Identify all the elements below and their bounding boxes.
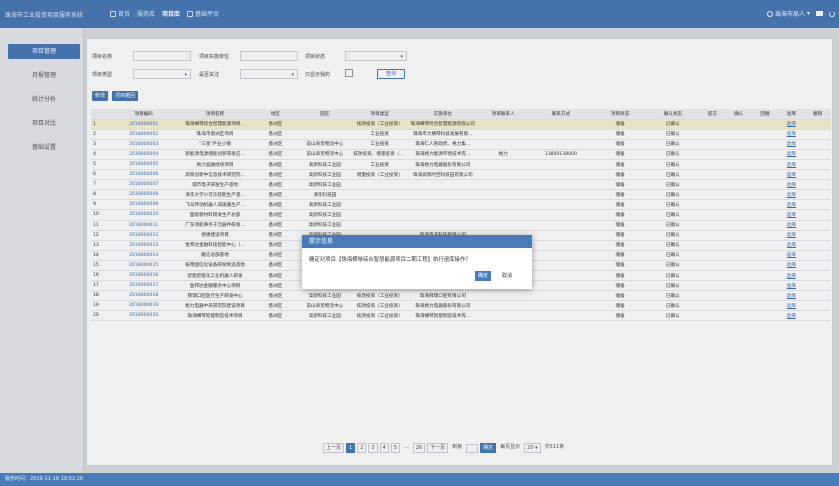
dialog-cancel-button[interactable]: 取消 xyxy=(499,271,515,281)
dialog-title: 提示信息 xyxy=(302,235,532,248)
dialog-ok-button[interactable]: 确定 xyxy=(475,271,491,281)
status-footer: 服务时间：2019-11-16 10:52:10 xyxy=(0,473,839,486)
confirm-dialog: 提示信息 确定对项目【珠海横琴综合智慧能源项目二期工程】执行退库操作？ 确定 取… xyxy=(302,235,532,289)
dialog-message: 确定对项目【珠海横琴综合智慧能源项目二期工程】执行退库操作？ xyxy=(309,257,471,263)
